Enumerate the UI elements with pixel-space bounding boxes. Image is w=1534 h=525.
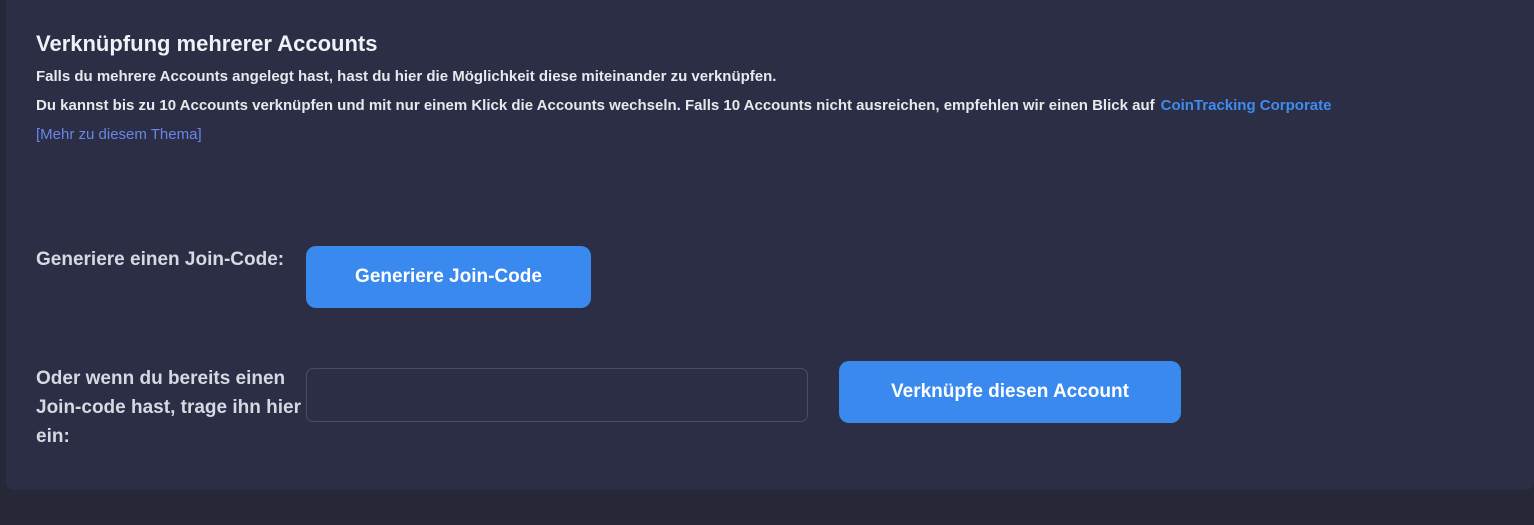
join-code-input[interactable] bbox=[306, 368, 808, 422]
description-line-2: Du kannst bis zu 10 Accounts verknüpfen … bbox=[36, 97, 1331, 114]
section-title: Verknüpfung mehrerer Accounts bbox=[36, 31, 378, 56]
description-line-2-text: Du kannst bis zu 10 Accounts verknüpfen … bbox=[36, 97, 1155, 114]
more-info-link[interactable]: [Mehr zu diesem Thema] bbox=[36, 126, 202, 143]
cointracking-corporate-link[interactable]: CoinTracking Corporate bbox=[1161, 97, 1332, 114]
description-line-1: Falls du mehrere Accounts angelegt hast,… bbox=[36, 68, 777, 85]
join-code-label: Oder wenn du bereits einen Join-code has… bbox=[36, 368, 301, 447]
account-linking-panel: Verknüpfung mehrerer Accounts Falls du m… bbox=[6, 0, 1534, 490]
generate-join-code-button[interactable]: Generiere Join-Code bbox=[306, 246, 591, 308]
link-account-button[interactable]: Verknüpfe diesen Account bbox=[839, 361, 1181, 423]
generate-join-code-label: Generiere einen Join-Code: bbox=[36, 249, 285, 270]
